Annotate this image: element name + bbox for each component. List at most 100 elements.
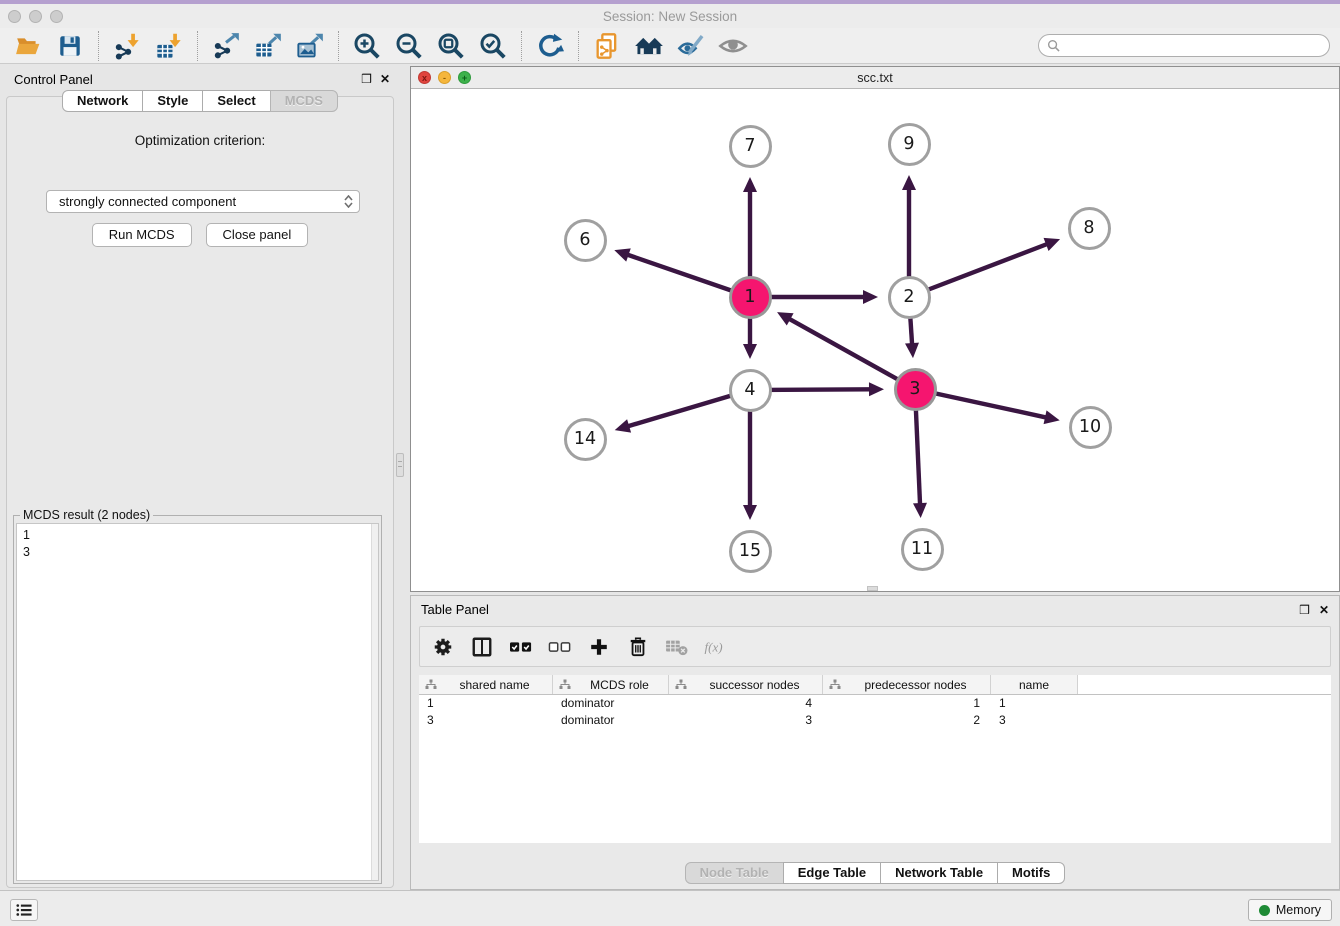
column-header-predecessor-nodes[interactable]: predecessor nodes [823,675,991,694]
cell-MCDS-role[interactable]: dominator [553,695,669,712]
import-network-icon[interactable] [112,31,142,61]
edit-style-eye-icon[interactable] [676,31,706,61]
memory-button[interactable]: Memory [1248,899,1332,921]
column-layout-icon[interactable] [469,634,495,660]
optimization-criterion-label: Optimization criterion: [7,133,393,148]
graph-node-8[interactable]: 8 [1068,207,1111,250]
tab-network[interactable]: Network [62,90,143,112]
cell-successor-nodes[interactable]: 3 [669,712,823,729]
window-title: Session: New Session [0,9,1340,24]
svg-text:f(x): f(x) [705,639,723,654]
cell-shared-name[interactable]: 3 [419,712,553,729]
control-panel-title: Control Panel [14,72,93,87]
select-all-columns-icon[interactable] [508,634,534,660]
column-header-MCDS-role[interactable]: MCDS role [553,675,669,694]
zoom-selected-icon[interactable] [478,31,508,61]
arrowhead-1-7 [743,177,757,192]
tab-node-table[interactable]: Node Table [685,862,784,884]
arrowhead-4-3 [869,382,884,396]
graph-node-9[interactable]: 9 [888,123,931,166]
graph-node-1[interactable]: 1 [729,276,772,319]
chevron-up-down-icon [344,195,353,208]
control-panel-maximize-icon[interactable]: ❒ [361,73,372,85]
export-network-icon[interactable] [211,31,241,61]
memory-status-dot [1259,905,1270,916]
task-history-button[interactable] [10,899,38,921]
arrowhead-3-10 [1044,410,1060,424]
zoom-in-icon[interactable] [352,31,382,61]
graph-node-6[interactable]: 6 [564,219,607,262]
network-window-titlebar[interactable]: x - + scc.txt [411,67,1339,89]
table-row[interactable]: 3dominator323 [419,712,1331,729]
zoom-fit-icon[interactable] [436,31,466,61]
run-mcds-button[interactable]: Run MCDS [92,223,192,247]
tab-select[interactable]: Select [202,90,270,112]
cell-successor-nodes[interactable]: 4 [669,695,823,712]
table-toolbar: f(x) [419,626,1331,667]
cell-shared-name[interactable]: 1 [419,695,553,712]
optimization-criterion-select[interactable]: strongly connected component [46,190,360,213]
clone-network-icon[interactable] [592,31,622,61]
column-type-icon [559,679,571,690]
control-panel: Control Panel ❒ ✕ NetworkStyleSelectMCDS… [0,64,400,890]
column-type-icon [829,679,841,690]
open-session-icon[interactable] [13,31,43,61]
graph-node-11[interactable]: 11 [901,528,944,571]
arrowhead-1-2 [863,290,878,304]
column-header-shared-name[interactable]: shared name [419,675,553,694]
deselect-all-columns-icon[interactable] [547,634,573,660]
cell-name[interactable]: 3 [991,712,1078,729]
tab-network-table[interactable]: Network Table [880,862,998,884]
network-canvas[interactable]: 1 2 3 4 6 7 8 9 10 11 14 15 [411,89,1339,591]
tab-mcds[interactable]: MCDS [270,90,338,112]
tab-style[interactable]: Style [142,90,203,112]
close-panel-button[interactable]: Close panel [206,223,309,247]
control-panel-close-icon[interactable]: ✕ [380,73,390,85]
add-column-icon[interactable] [586,634,612,660]
delete-table-icon-disabled [664,634,690,660]
preview-eye-icon[interactable] [718,31,748,61]
column-type-icon [675,679,687,690]
mcds-result-title: MCDS result (2 nodes) [20,508,153,522]
graph-node-3[interactable]: 3 [894,368,937,411]
table-settings-gear-icon[interactable] [430,634,456,660]
dropdown-selected-value: strongly connected component [59,194,344,209]
column-header-successor-nodes[interactable]: successor nodes [669,675,823,694]
search-input[interactable] [1038,34,1330,57]
main-toolbar [0,28,1340,64]
graph-node-14[interactable]: 14 [564,418,607,461]
mcds-result-list[interactable]: 1 3 [16,523,379,881]
homes-icon[interactable] [634,31,664,61]
table-panel-maximize-icon[interactable]: ❒ [1299,604,1310,616]
cell-name[interactable]: 1 [991,695,1078,712]
node-table[interactable]: shared nameMCDS rolesuccessor nodesprede… [419,675,1331,843]
tab-motifs[interactable]: Motifs [997,862,1065,884]
table-panel-close-icon[interactable]: ✕ [1319,604,1329,616]
refresh-view-icon[interactable] [535,31,565,61]
canvas-splitter-handle[interactable] [867,586,878,591]
export-table-icon[interactable] [253,31,283,61]
save-session-icon[interactable] [55,31,85,61]
graph-node-4[interactable]: 4 [729,369,772,412]
result-scrollbar[interactable] [371,524,378,880]
search-text-input[interactable] [1065,39,1321,53]
graph-node-2[interactable]: 2 [888,276,931,319]
vertical-splitter-handle[interactable] [396,453,404,477]
graph-node-10[interactable]: 10 [1069,406,1112,449]
table-row[interactable]: 1dominator411 [419,695,1331,712]
function-builder-icon-disabled: f(x) [703,634,729,660]
cell-predecessor-nodes[interactable]: 2 [823,712,991,729]
column-header-name[interactable]: name [991,675,1078,694]
mcds-result-group: MCDS result (2 nodes) 1 3 [13,515,382,884]
delete-column-icon[interactable] [625,634,651,660]
graph-node-7[interactable]: 7 [729,125,772,168]
import-table-icon[interactable] [154,31,184,61]
zoom-out-icon[interactable] [394,31,424,61]
graph-node-15[interactable]: 15 [729,530,772,573]
table-panel-title: Table Panel [421,602,489,617]
arrowhead-4-15 [743,505,757,520]
export-image-icon[interactable] [295,31,325,61]
tab-edge-table[interactable]: Edge Table [783,862,881,884]
cell-predecessor-nodes[interactable]: 1 [823,695,991,712]
cell-MCDS-role[interactable]: dominator [553,712,669,729]
